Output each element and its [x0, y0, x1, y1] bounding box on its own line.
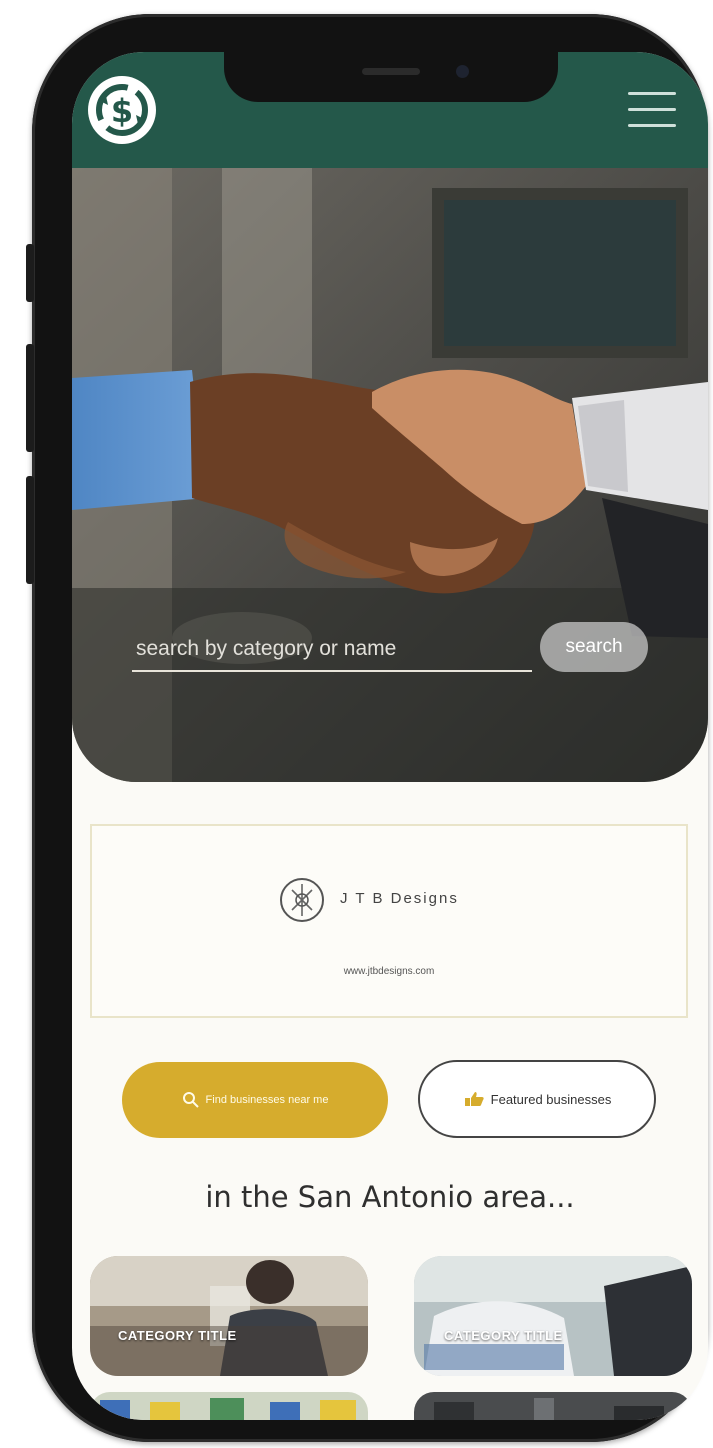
category-card[interactable] [414, 1392, 692, 1420]
side-button [26, 344, 34, 452]
svg-text:$: $ [111, 92, 133, 130]
find-nearby-button[interactable]: Find businesses near me [122, 1062, 388, 1138]
section-heading: in the San Antonio area... [205, 1180, 575, 1214]
side-button [26, 244, 34, 302]
phone-screen: $ search by category or name search J T … [72, 52, 708, 1420]
sponsor-ad-banner[interactable]: J T B Designs www.jtbdesigns.com [90, 824, 688, 1018]
category-title-label: CATEGORY TITLE [118, 1328, 237, 1343]
thumbs-up-icon [464, 1092, 484, 1106]
sponsor-name: J T B Designs [340, 890, 459, 907]
dollar-sign-recycle-icon[interactable]: $ [84, 72, 160, 148]
search-icon [182, 1092, 199, 1108]
search-button[interactable]: search [540, 622, 648, 672]
sponsor-url[interactable]: www.jtbdesigns.com [92, 966, 686, 977]
category-photo [414, 1392, 692, 1420]
handshake-photo [72, 168, 708, 782]
category-photo [90, 1392, 368, 1420]
side-button [26, 476, 34, 584]
category-card[interactable]: CATEGORY TITLE [90, 1256, 368, 1376]
featured-businesses-label: Featured businesses [490, 1091, 612, 1107]
find-nearby-label: Find businesses near me [205, 1094, 329, 1106]
search-input[interactable] [132, 628, 532, 672]
hamburger-menu-icon[interactable] [628, 90, 676, 130]
category-title-label: CATEGORY TITLE [444, 1328, 563, 1343]
hero-banner: search [72, 168, 708, 782]
featured-businesses-button[interactable]: Featured businesses [418, 1060, 656, 1138]
speaker-grille [362, 68, 420, 75]
category-photo [414, 1256, 692, 1376]
sponsor-logo-icon [280, 878, 324, 922]
category-card[interactable] [90, 1392, 368, 1420]
phone-notch [224, 52, 558, 102]
category-card[interactable]: CATEGORY TITLE [414, 1256, 692, 1376]
front-camera [456, 65, 469, 78]
category-photo [90, 1256, 368, 1376]
